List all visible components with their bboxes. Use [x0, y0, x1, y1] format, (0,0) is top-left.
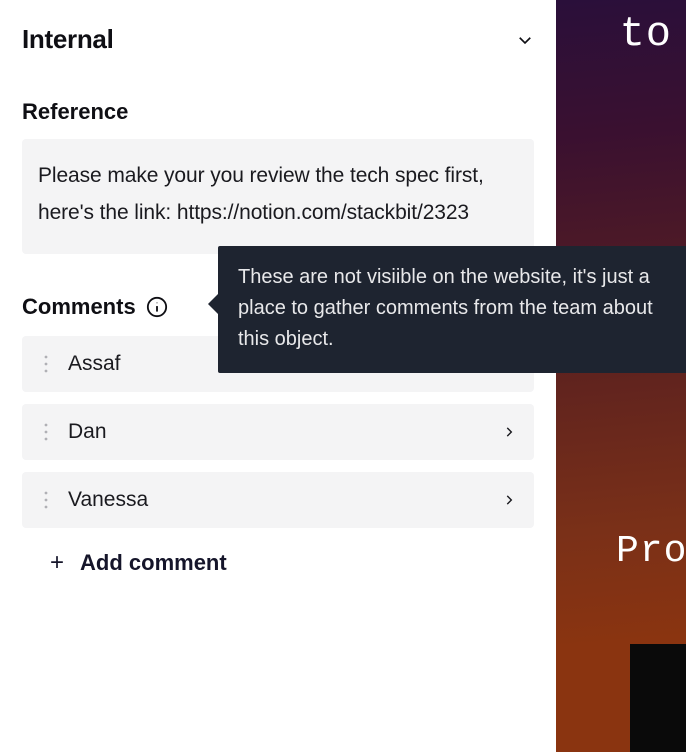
comments-label: Comments [22, 294, 136, 320]
chevron-down-icon [516, 31, 534, 49]
comment-item[interactable]: Dan [22, 404, 534, 460]
drag-handle-icon[interactable] [34, 491, 58, 509]
drag-handle-icon[interactable] [34, 423, 58, 441]
plus-icon: + [50, 551, 64, 575]
reference-label: Reference [22, 99, 534, 125]
chevron-right-icon [502, 493, 516, 507]
comments-tooltip: These are not visiible on the website, i… [218, 246, 686, 373]
site-preview: to Pro [556, 0, 686, 752]
comment-author: Dan [58, 420, 502, 444]
info-icon[interactable] [146, 296, 168, 318]
chevron-right-icon [502, 425, 516, 439]
comment-author: Vanessa [58, 488, 502, 512]
section-toggle[interactable]: Internal [22, 20, 534, 75]
comment-item[interactable]: Vanessa [22, 472, 534, 528]
section-title: Internal [22, 24, 114, 55]
add-comment-label: Add comment [80, 550, 227, 576]
internal-panel: Internal Reference Please make your you … [0, 0, 556, 752]
reference-text[interactable]: Please make your you review the tech spe… [22, 139, 534, 254]
preview-text-fragment: Pro [616, 530, 686, 573]
preview-dark-block [630, 644, 686, 752]
drag-handle-icon[interactable] [34, 355, 58, 373]
add-comment-button[interactable]: + Add comment [22, 528, 534, 576]
preview-text-fragment: to [620, 10, 672, 58]
comments-header: Comments These are not visiible on the w… [22, 294, 534, 320]
